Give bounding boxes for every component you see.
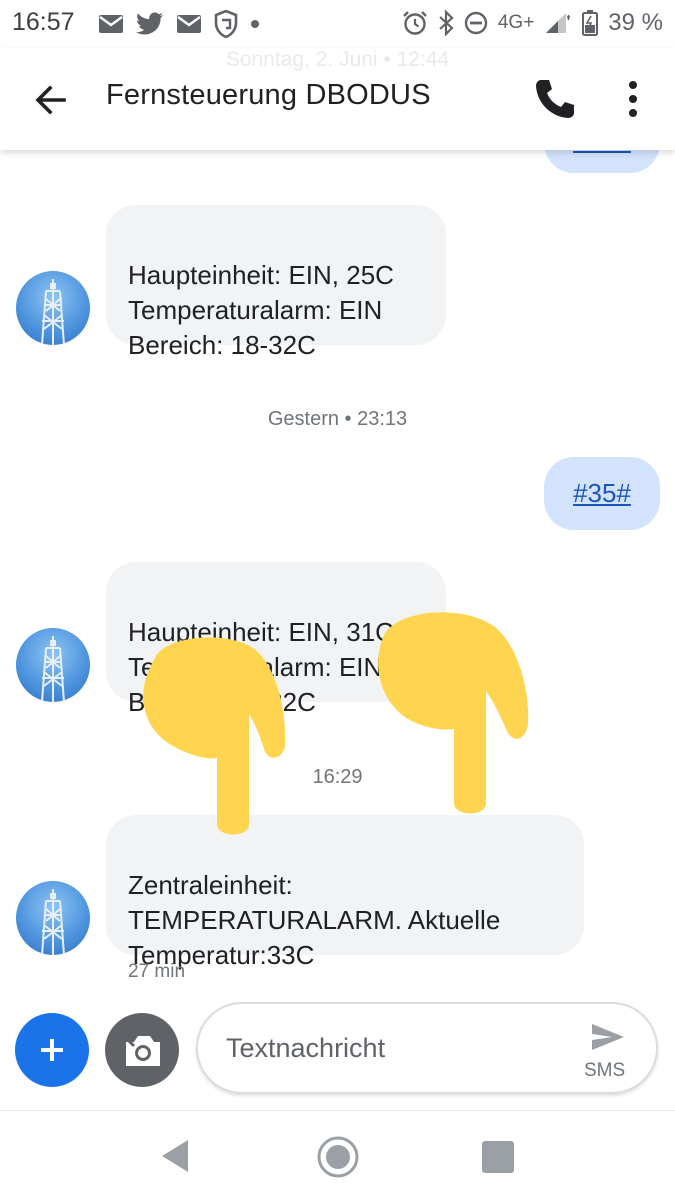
nav-back-button[interactable] xyxy=(158,1137,192,1175)
plus-icon xyxy=(41,1039,63,1061)
network-type: 4G+ xyxy=(497,12,535,33)
navigation-bar xyxy=(0,1110,675,1201)
date-divider: Gestern • 23:13 xyxy=(267,408,408,430)
message-timestamp: 27 min xyxy=(128,961,186,982)
nav-home-icon xyxy=(317,1136,359,1178)
date-divider-hidden: Sonntag, 2. Juni • 12:44 xyxy=(225,48,450,71)
mail-icon xyxy=(98,14,124,34)
call-button[interactable] xyxy=(532,76,578,122)
send-icon xyxy=(592,1024,624,1050)
alarm-icon xyxy=(402,10,428,36)
back-arrow-icon xyxy=(35,85,66,115)
message-input[interactable] xyxy=(224,1032,568,1065)
pointing-down-hand-emoji xyxy=(125,628,295,840)
status-bar: 16:57 4G+ 39 % xyxy=(0,0,675,48)
time-divider: 16:29 xyxy=(312,766,363,788)
conversation-title: Fernsteuerung DBODUS xyxy=(106,79,431,111)
outgoing-message[interactable]: #35# xyxy=(544,457,660,530)
pointing-down-hand-emoji xyxy=(370,605,535,817)
nav-back-icon xyxy=(162,1140,188,1172)
message-text[interactable]: Haupteinheit: EIN, 25C Temperaturalarm: … xyxy=(128,260,394,360)
shield-icon xyxy=(214,10,238,38)
message-compose-box[interactable]: SMS xyxy=(196,1002,658,1094)
system-icons: 4G+ 39 % xyxy=(402,8,663,38)
mail-icon xyxy=(176,14,202,34)
do-not-disturb-icon xyxy=(464,11,488,35)
message-text[interactable]: Zentraleinheit: TEMPERATURALARM. Aktuell… xyxy=(128,870,500,970)
message-text[interactable]: #35# xyxy=(573,478,631,508)
bluetooth-icon xyxy=(438,10,454,36)
avatar[interactable] xyxy=(16,881,90,955)
phone-icon xyxy=(536,80,574,118)
avatar[interactable] xyxy=(16,628,90,702)
nav-recents-icon[interactable] xyxy=(482,1141,514,1173)
send-button[interactable]: SMS xyxy=(576,1018,636,1084)
more-vert-icon xyxy=(629,81,637,117)
camera-button[interactable] xyxy=(105,1013,179,1087)
battery-icon xyxy=(582,10,599,36)
notification-icons xyxy=(98,10,260,38)
back-button[interactable] xyxy=(28,78,76,122)
add-attachment-button[interactable] xyxy=(15,1013,89,1087)
status-time: 16:57 xyxy=(12,8,75,36)
send-type-label: SMS xyxy=(584,1060,626,1081)
twitter-icon xyxy=(136,12,164,36)
more-options-button[interactable] xyxy=(616,76,650,122)
nav-home-button[interactable] xyxy=(316,1135,360,1179)
incoming-message[interactable]: Haupteinheit: EIN, 25C Temperaturalarm: … xyxy=(106,205,446,360)
avatar[interactable] xyxy=(16,271,90,345)
app-bar: Sonntag, 2. Juni • 12:44 Fernsteuerung D… xyxy=(0,48,675,150)
dot-icon xyxy=(250,19,260,29)
battery-percent: 39 % xyxy=(608,9,663,36)
signal-icon xyxy=(544,11,572,35)
camera-icon xyxy=(120,1032,160,1066)
